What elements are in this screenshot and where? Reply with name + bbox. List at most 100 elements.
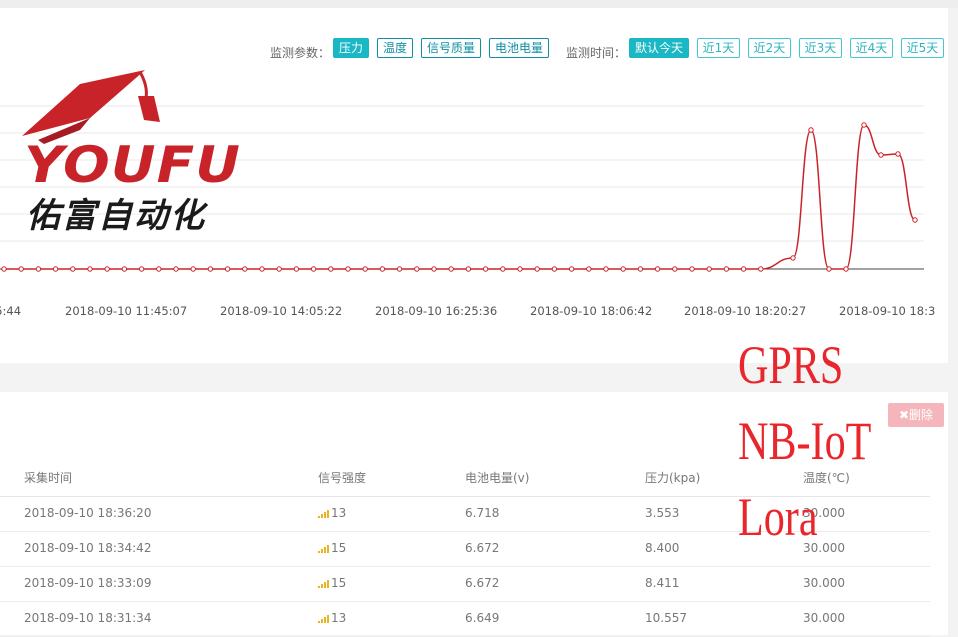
signal-strength-icon bbox=[318, 510, 329, 518]
x-tick-label: 2018-09-10 18:06:42 bbox=[530, 304, 652, 318]
data-point bbox=[843, 266, 849, 272]
param-signal-button[interactable]: 信号质量 bbox=[421, 38, 481, 58]
range-2day-button[interactable]: 近2天 bbox=[748, 38, 791, 58]
youfu-logo: YOUFU 佑富自动化 bbox=[20, 66, 265, 236]
data-point bbox=[293, 266, 300, 272]
data-point bbox=[689, 266, 695, 272]
data-point bbox=[138, 266, 145, 272]
header-signal[interactable]: 信号强度 bbox=[318, 469, 366, 486]
data-point bbox=[121, 266, 128, 272]
time-label: 监测时间： bbox=[566, 46, 627, 60]
x-tick-label: :25:44 bbox=[0, 304, 21, 318]
range-5day-button[interactable]: 近5天 bbox=[901, 38, 944, 58]
range-1day-button[interactable]: 近1天 bbox=[697, 38, 740, 58]
data-point bbox=[740, 266, 747, 272]
range-4day-button[interactable]: 近4天 bbox=[850, 38, 893, 58]
cell-time: 2018-09-10 18:34:42 bbox=[24, 541, 152, 555]
data-point bbox=[52, 266, 59, 272]
cell-pressure: 8.411 bbox=[645, 576, 680, 590]
data-point bbox=[276, 266, 282, 272]
data-point bbox=[18, 266, 24, 272]
delete-button[interactable]: ✖删除 bbox=[888, 403, 944, 427]
header-temperature[interactable]: 温度(℃) bbox=[803, 469, 850, 486]
cell-temperature: 30.000 bbox=[803, 611, 845, 625]
cell-pressure: 8.400 bbox=[645, 541, 680, 555]
cell-battery: 6.672 bbox=[465, 541, 500, 555]
overlay-lora-text: Lora bbox=[738, 487, 818, 547]
data-point bbox=[328, 266, 334, 272]
header-pressure[interactable]: 压力(kpa) bbox=[645, 469, 700, 486]
data-point bbox=[207, 266, 214, 272]
x-axis-ticks: :25:44 2018-09-10 11:45:07 2018-09-10 14:0… bbox=[0, 304, 935, 318]
overlay-gprs-text: GPRS bbox=[738, 335, 844, 395]
data-point bbox=[878, 152, 884, 158]
x-tick-label: 2018-09-10 16:25:36 bbox=[375, 304, 497, 318]
x-tick-label: 2018-09-10 11:45:07 bbox=[65, 304, 187, 318]
data-point bbox=[637, 266, 644, 272]
data-point bbox=[242, 266, 248, 272]
data-point bbox=[861, 122, 867, 128]
signal-value: 15 bbox=[331, 541, 347, 555]
data-point bbox=[448, 266, 454, 272]
header-time[interactable]: 采集时间 bbox=[24, 469, 72, 486]
data-point bbox=[808, 127, 814, 133]
data-point bbox=[345, 266, 351, 272]
data-point bbox=[310, 266, 317, 272]
x-tick-label: 2018-09-10 14:05:22 bbox=[220, 304, 342, 318]
data-point bbox=[1, 266, 7, 272]
data-point bbox=[723, 266, 730, 272]
x-tick-label: 2018-09-10 18:3 bbox=[839, 304, 935, 318]
data-point bbox=[500, 266, 506, 272]
param-battery-button[interactable]: 电池电量 bbox=[489, 38, 549, 58]
data-point bbox=[465, 266, 472, 272]
range-today-button[interactable]: 默认今天 bbox=[629, 38, 689, 58]
data-point bbox=[173, 266, 179, 272]
signal-value: 13 bbox=[331, 506, 347, 520]
data-point bbox=[790, 255, 796, 261]
x-tick-label: 2018-09-10 18:20:27 bbox=[684, 304, 806, 318]
data-point bbox=[912, 217, 918, 223]
data-point bbox=[104, 266, 110, 272]
signal-strength-icon bbox=[318, 580, 329, 588]
data-point bbox=[672, 266, 678, 272]
cell-pressure: 3.553 bbox=[645, 506, 680, 520]
header-battery[interactable]: 电池电量(v) bbox=[465, 469, 529, 486]
signal-strength-icon bbox=[318, 545, 329, 553]
cell-time: 2018-09-10 18:31:34 bbox=[24, 611, 152, 625]
cell-pressure: 10.557 bbox=[645, 611, 687, 625]
data-point bbox=[190, 266, 196, 272]
signal-value: 13 bbox=[331, 611, 347, 625]
data-point bbox=[551, 266, 558, 272]
cell-time: 2018-09-10 18:36:20 bbox=[24, 506, 152, 520]
cell-signal: 13 bbox=[318, 611, 346, 625]
table-row: 2018-09-10 18:33:09 15 6.672 8.411 30.000 bbox=[0, 566, 930, 602]
data-point bbox=[259, 266, 265, 272]
data-point bbox=[534, 266, 540, 272]
data-point bbox=[70, 266, 76, 272]
param-pressure-button[interactable]: 压力 bbox=[333, 38, 369, 58]
cell-temperature: 30.000 bbox=[803, 576, 845, 590]
data-point bbox=[414, 266, 420, 272]
cell-battery: 6.672 bbox=[465, 576, 500, 590]
data-point bbox=[586, 266, 592, 272]
range-3day-button[interactable]: 近3天 bbox=[799, 38, 842, 58]
overlay-nbiot-text: NB-IoT bbox=[738, 411, 872, 471]
data-point bbox=[568, 266, 575, 272]
chart-controls: 监测参数： 压力 温度 信号质量 电池电量 监测时间： 默认今天 近1天 近2天… bbox=[0, 36, 948, 66]
param-label: 监测参数： bbox=[270, 46, 331, 60]
graduation-cap-icon bbox=[22, 70, 160, 144]
data-point bbox=[517, 266, 523, 272]
cell-battery: 6.649 bbox=[465, 611, 500, 625]
signal-value: 15 bbox=[331, 576, 347, 590]
cell-time: 2018-09-10 18:33:09 bbox=[24, 576, 152, 590]
param-temperature-button[interactable]: 温度 bbox=[377, 38, 413, 58]
data-point bbox=[379, 266, 386, 272]
cell-signal: 13 bbox=[318, 506, 346, 520]
table-row: 2018-09-10 18:31:34 13 6.649 10.557 30.000 bbox=[0, 601, 930, 637]
data-point bbox=[87, 266, 93, 272]
signal-strength-icon bbox=[318, 615, 329, 623]
data-point bbox=[620, 266, 626, 272]
data-point bbox=[482, 266, 489, 272]
data-point bbox=[35, 266, 42, 272]
data-point bbox=[826, 266, 832, 272]
